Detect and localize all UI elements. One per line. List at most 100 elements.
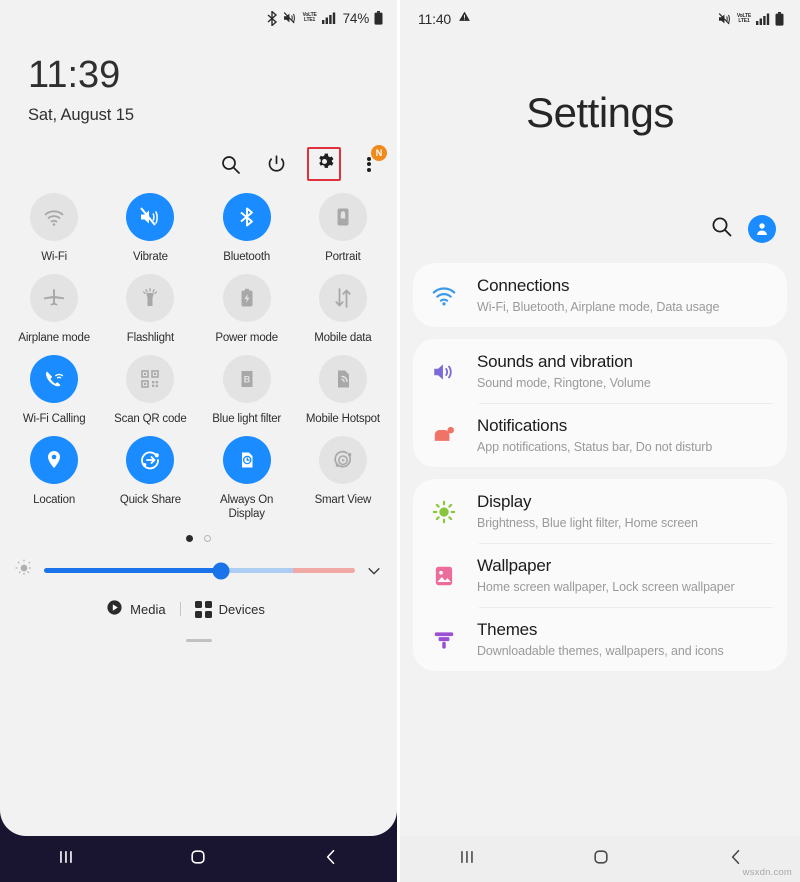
settings-row-title: Sounds and vibration <box>477 352 633 371</box>
settings-card: Connections Wi-Fi, Bluetooth, Airplane m… <box>413 263 787 327</box>
search-button[interactable] <box>711 216 732 242</box>
tile-mobile-hotspot[interactable]: Mobile Hotspot <box>295 355 391 426</box>
settings-row-text: Sounds and vibration Sound mode, Rington… <box>477 352 771 390</box>
tile-blue-light-filter[interactable]: B Blue light filter <box>199 355 295 426</box>
signal-bars-icon <box>756 13 770 25</box>
signal-bars-icon <box>321 12 336 24</box>
back-button[interactable] <box>321 847 341 872</box>
watermark: wsxdn.com <box>742 867 792 878</box>
tile-label: Portrait <box>325 251 361 263</box>
tile-scan-qr-code[interactable]: Scan QR code <box>102 355 198 426</box>
tile-label: Quick Share <box>119 494 181 507</box>
account-avatar-button[interactable] <box>748 215 776 243</box>
bluetooth-icon <box>267 10 278 26</box>
quick-settings-panel: VoLTE LTE1 74% 11:39 Sat, August 15 N Wi… <box>0 0 397 836</box>
location-pin-icon <box>30 436 79 485</box>
settings-row-subtitle: Brightness, Blue light filter, Home scre… <box>477 516 698 530</box>
power-button[interactable] <box>261 149 291 179</box>
devices-grid-icon <box>194 600 212 618</box>
tile-wifi[interactable]: Wi-Fi <box>6 193 102 264</box>
warning-triangle-icon <box>458 10 471 28</box>
settings-row-text: Notifications App notifications, Status … <box>477 416 771 454</box>
tile-flashlight[interactable]: Flashlight <box>102 274 198 345</box>
tile-wifi-calling[interactable]: Wi-Fi Calling <box>6 355 102 426</box>
settings-row-sounds-and-vibration[interactable]: Sounds and vibration Sound mode, Rington… <box>413 339 787 403</box>
quick-panel-actions: N <box>0 125 397 181</box>
mobile-data-icon <box>318 274 367 323</box>
tile-power-mode[interactable]: Power mode <box>199 274 295 345</box>
devices-label: Devices <box>218 601 265 617</box>
tile-label: Always On Display <box>220 494 274 521</box>
volte-icon: VoLTE LTE1 <box>302 12 317 23</box>
home-button[interactable] <box>591 847 611 872</box>
settings-row-subtitle: Sound mode, Ringtone, Volume <box>477 376 651 390</box>
brightness-slider[interactable] <box>44 562 355 580</box>
settings-row-notifications[interactable]: Notifications App notifications, Status … <box>413 403 787 467</box>
speaker-icon <box>431 352 477 385</box>
vibrate-icon <box>126 193 175 241</box>
settings-gear-button[interactable] <box>307 147 341 181</box>
list-bottom-fade <box>400 822 800 836</box>
panel-drag-handle[interactable] <box>185 639 212 643</box>
settings-row-display[interactable]: Display Brightness, Blue light filter, H… <box>413 479 787 543</box>
tile-location[interactable]: Location <box>6 436 102 521</box>
home-button[interactable] <box>188 847 208 872</box>
tile-always-on-display[interactable]: Always On Display <box>199 436 295 521</box>
settings-header-actions <box>400 137 800 243</box>
tile-mobile-data[interactable]: Mobile data <box>295 274 391 345</box>
tile-label: Scan QR code <box>114 413 187 426</box>
tile-label: Flashlight <box>126 332 174 345</box>
vibrate-mute-icon <box>283 11 297 25</box>
smart-view-icon <box>318 436 367 485</box>
settings-card: Display Brightness, Blue light filter, H… <box>413 479 787 671</box>
recents-button[interactable] <box>457 847 477 872</box>
more-options-button[interactable]: N <box>357 145 387 179</box>
page-dot-inactive[interactable] <box>204 535 211 543</box>
status-bar: 11:40 VoLTE LTE1 <box>400 0 800 34</box>
tile-quick-share[interactable]: Quick Share <box>102 436 198 521</box>
settings-row-connections[interactable]: Connections Wi-Fi, Bluetooth, Airplane m… <box>413 263 787 327</box>
settings-row-subtitle: Home screen wallpaper, Lock screen wallp… <box>477 580 735 594</box>
search-button[interactable] <box>215 149 245 179</box>
tile-airplane-mode[interactable]: Airplane mode <box>6 274 102 345</box>
tile-label: Smart View <box>314 494 372 507</box>
wifi-icon <box>30 193 79 241</box>
quick-tiles-grid: Wi-Fi Vibrate Bluetooth Portrait Airplan… <box>0 181 397 531</box>
tile-label: Airplane mode <box>18 332 90 345</box>
status-bar-time: 11:40 <box>418 11 451 27</box>
settings-card: Sounds and vibration Sound mode, Rington… <box>413 339 787 467</box>
settings-list: Connections Wi-Fi, Bluetooth, Airplane m… <box>400 243 800 671</box>
recents-button[interactable] <box>56 847 76 872</box>
page-dot-active[interactable] <box>186 535 193 543</box>
tile-vibrate[interactable]: Vibrate <box>102 193 198 264</box>
brightness-slider-thumb[interactable] <box>212 562 230 580</box>
battery-icon <box>374 11 383 25</box>
gear-icon <box>315 152 334 176</box>
media-button[interactable]: Media <box>106 599 166 619</box>
tile-label: Blue light filter <box>212 413 282 426</box>
tile-bluetooth[interactable]: Bluetooth <box>199 193 295 264</box>
settings-row-subtitle: App notifications, Status bar, Do not di… <box>477 440 713 454</box>
blue-light-filter-icon: B <box>222 355 271 404</box>
flashlight-icon <box>126 274 175 323</box>
clock-block: 11:39 Sat, August 15 <box>0 30 397 125</box>
settings-row-title: Themes <box>477 620 538 639</box>
devices-button[interactable]: Devices <box>194 600 265 618</box>
svg-text:B: B <box>243 375 250 385</box>
settings-row-text: Wallpaper Home screen wallpaper, Lock sc… <box>477 556 771 594</box>
settings-row-text: Themes Downloadable themes, wallpapers, … <box>477 620 771 658</box>
tile-smart-view[interactable]: Smart View <box>295 436 391 521</box>
settings-row-themes[interactable]: Themes Downloadable themes, wallpapers, … <box>413 607 787 671</box>
kebab-dot <box>367 167 371 172</box>
quick-share-icon <box>126 436 175 485</box>
chevron-down-icon[interactable] <box>365 562 383 580</box>
battery-percent-label: 74% <box>342 10 370 26</box>
footer-divider <box>179 602 181 617</box>
settings-row-title: Notifications <box>477 416 567 435</box>
settings-row-title: Connections <box>477 276 570 295</box>
tile-portrait[interactable]: Portrait <box>295 193 391 264</box>
portrait-rotation-icon <box>318 193 367 241</box>
always-on-display-icon <box>222 436 271 485</box>
settings-row-wallpaper[interactable]: Wallpaper Home screen wallpaper, Lock sc… <box>413 543 787 607</box>
qr-code-icon <box>126 355 175 404</box>
